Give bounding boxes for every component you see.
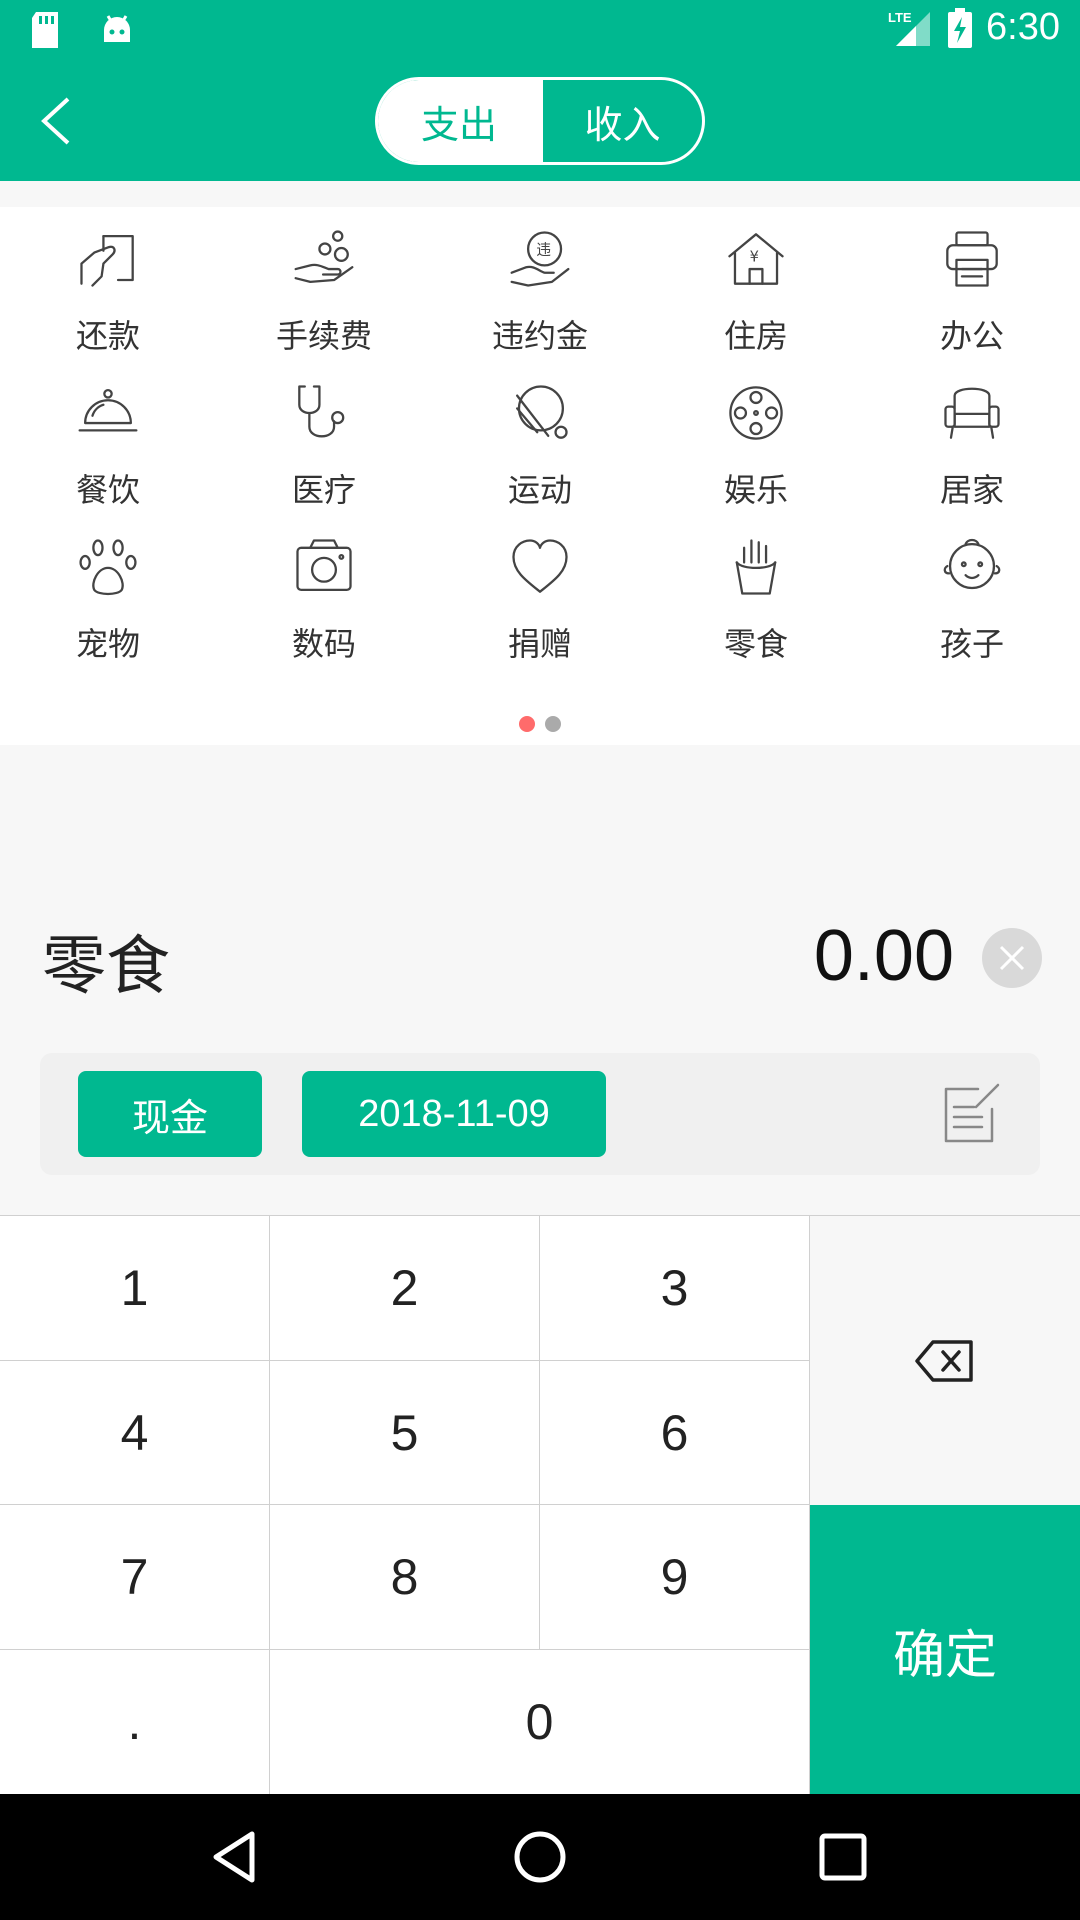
key-0[interactable]: 0 — [270, 1650, 810, 1795]
key-2[interactable]: 2 — [270, 1216, 540, 1361]
category-label: 违约金 — [491, 317, 588, 355]
category-dining[interactable]: 餐饮 — [0, 361, 216, 511]
nav-home-icon[interactable] — [505, 1822, 575, 1892]
house-icon: ¥ — [728, 233, 784, 285]
category-kids[interactable]: 孩子 — [864, 515, 1080, 665]
category-label: 零食 — [723, 625, 788, 663]
number-keypad: 1 2 3 4 5 6 7 8 9 . 0 确定 — [0, 1215, 1080, 1795]
category-housing[interactable]: ¥ 住房 — [648, 207, 864, 357]
fee-icon — [294, 230, 354, 283]
film-reel-icon — [729, 386, 783, 440]
battery-charging-icon — [948, 7, 973, 48]
page-dot-active — [519, 716, 535, 732]
options-bar: 现金 2018-11-09 — [40, 1053, 1040, 1175]
fries-icon — [735, 539, 777, 595]
tab-income[interactable]: 收入 — [540, 80, 702, 162]
sd-card-icon — [32, 12, 58, 48]
category-label: 居家 — [939, 471, 1004, 509]
android-icon — [104, 15, 130, 42]
category-fee[interactable]: 手续费 — [216, 207, 432, 357]
clear-amount-button[interactable] — [982, 928, 1042, 988]
category-donation[interactable]: 捐赠 — [432, 515, 648, 665]
backspace-icon — [915, 1339, 973, 1382]
key-1[interactable]: 1 — [0, 1216, 270, 1361]
camera-icon — [296, 539, 352, 591]
category-label: 餐饮 — [75, 471, 140, 509]
category-pets[interactable]: 宠物 — [0, 515, 216, 665]
category-label: 娱乐 — [723, 471, 788, 509]
key-4[interactable]: 4 — [0, 1361, 270, 1505]
svg-text:LTE: LTE — [888, 10, 912, 25]
printer-icon — [946, 231, 998, 287]
note-edit-icon[interactable] — [938, 1081, 1002, 1145]
selected-category: 零食 — [42, 930, 170, 1004]
category-label: 医疗 — [291, 471, 356, 509]
key-6[interactable]: 6 — [540, 1361, 810, 1505]
category-snacks[interactable]: 零食 — [648, 515, 864, 665]
dish-icon — [78, 389, 138, 432]
category-home[interactable]: 居家 — [864, 361, 1080, 511]
key-dot[interactable]: . — [0, 1650, 270, 1795]
category-entertainment[interactable]: 娱乐 — [648, 361, 864, 511]
signal-icon: LTE — [888, 10, 931, 46]
key-7[interactable]: 7 — [0, 1505, 270, 1650]
category-label: 手续费 — [275, 317, 372, 355]
status-bar: LTE 6:30 — [0, 0, 1080, 63]
armchair-icon — [944, 387, 1000, 439]
amount-area: 零食 0.00 现金 2018-11-09 — [0, 745, 1080, 1215]
backspace-button[interactable] — [810, 1216, 1080, 1505]
category-label: 孩子 — [939, 625, 1004, 663]
category-label: 数码 — [291, 625, 356, 663]
heart-icon — [512, 539, 568, 593]
key-5[interactable]: 5 — [270, 1361, 540, 1505]
back-arrow-icon[interactable] — [30, 91, 90, 151]
category-label: 还款 — [75, 317, 140, 355]
page-dot[interactable] — [545, 716, 561, 732]
key-3[interactable]: 3 — [540, 1216, 810, 1361]
stethoscope-icon — [298, 385, 345, 438]
header: 支出 收入 — [0, 63, 1080, 181]
pingpong-icon — [516, 385, 568, 439]
category-office[interactable]: 办公 — [864, 207, 1080, 357]
amount-display: 0.00 — [813, 916, 954, 996]
system-nav-bar — [0, 1794, 1080, 1920]
paw-icon — [79, 539, 137, 596]
repayment-icon — [80, 235, 134, 287]
key-8[interactable]: 8 — [270, 1505, 540, 1650]
tab-expense[interactable]: 支出 — [378, 80, 540, 162]
confirm-button[interactable]: 确定 — [810, 1505, 1080, 1795]
close-icon — [999, 945, 1025, 971]
status-time: 6:30 — [986, 6, 1060, 48]
nav-back-icon[interactable] — [202, 1822, 272, 1892]
category-label: 宠物 — [75, 625, 140, 663]
category-digital[interactable]: 数码 — [216, 515, 432, 665]
category-label: 运动 — [507, 471, 572, 509]
nav-recents-icon[interactable] — [808, 1822, 878, 1892]
account-button[interactable]: 现金 — [78, 1071, 262, 1157]
page-indicator — [0, 716, 1080, 732]
key-9[interactable]: 9 — [540, 1505, 810, 1650]
category-penalty[interactable]: 违 违约金 — [432, 207, 648, 357]
svg-text:违: 违 — [536, 241, 551, 258]
category-label: 捐赠 — [507, 625, 572, 663]
date-button[interactable]: 2018-11-09 — [302, 1071, 606, 1157]
category-repayment[interactable]: 还款 — [0, 207, 216, 357]
penalty-icon: 违 — [510, 231, 570, 287]
category-label: 住房 — [723, 317, 788, 355]
category-medical[interactable]: 医疗 — [216, 361, 432, 511]
type-segmented-control: 支出 收入 — [375, 77, 705, 165]
category-label: 办公 — [939, 317, 1004, 355]
svg-text:¥: ¥ — [750, 249, 759, 266]
category-sports[interactable]: 运动 — [432, 361, 648, 511]
category-panel: 还款 手续费 违 违约金 ¥ 住房 办公 餐饮 医疗 运动 娱乐 居家 宠物 数… — [0, 207, 1080, 745]
baby-icon — [943, 538, 1001, 590]
